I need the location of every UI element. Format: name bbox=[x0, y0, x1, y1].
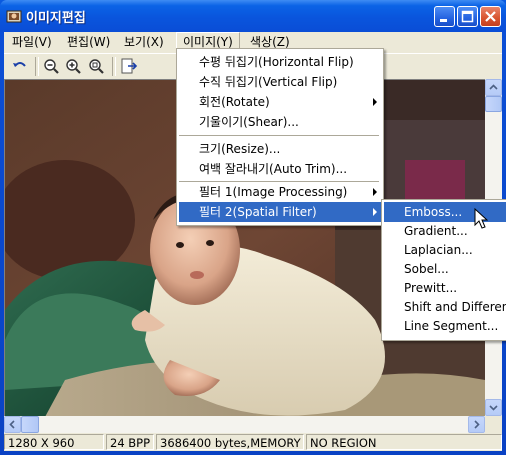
menu-item-vertical-flip[interactable]: 수직 뒤집기(Vertical Flip) bbox=[179, 72, 381, 92]
menu-view[interactable]: 보기(X) bbox=[118, 32, 170, 52]
menu-item-sobel[interactable]: Sobel... bbox=[384, 259, 506, 279]
app-icon bbox=[6, 10, 22, 23]
submenu-arrow-icon bbox=[373, 188, 377, 196]
window-title: 이미지편집 bbox=[26, 11, 86, 26]
menu-item-resize[interactable]: 크기(Resize)... bbox=[179, 139, 381, 159]
menu-item-line-segment[interactable]: Line Segment... bbox=[384, 316, 506, 336]
menu-item-auto-trim[interactable]: 여백 잘라내기(Auto Trim)... bbox=[179, 159, 381, 179]
status-bar: 1280 X 960 24 BPP 3686400 bytes,MEMORY N… bbox=[4, 433, 502, 451]
app-window: 이미지편집 파일(V) 편집(W) 보기(X) 이미지(Y) 색상(Z) 128… bbox=[0, 0, 506, 455]
menu-edit[interactable]: 편집(W) bbox=[61, 32, 116, 52]
scrollbar-corner bbox=[485, 416, 502, 433]
scroll-down-button[interactable] bbox=[485, 399, 502, 416]
minimize-icon bbox=[440, 19, 447, 22]
submenu-arrow-icon bbox=[373, 208, 377, 216]
menu-item-prewitt[interactable]: Prewitt... bbox=[384, 278, 506, 298]
menu-item-filter-1[interactable]: 필터 1(Image Processing) bbox=[179, 182, 381, 202]
menu-item-shear[interactable]: 기울이기(Shear)... bbox=[179, 112, 381, 132]
maximize-button[interactable] bbox=[457, 6, 478, 27]
menu-item-rotate[interactable]: 회전(Rotate) bbox=[179, 92, 381, 112]
horizontal-scrollbar[interactable] bbox=[4, 416, 485, 433]
scroll-left-button[interactable] bbox=[4, 416, 21, 433]
menu-item-shift-and-difference[interactable]: Shift and Difference... bbox=[384, 297, 506, 317]
horizontal-scroll-thumb[interactable] bbox=[21, 416, 39, 433]
status-dimensions: 1280 X 960 bbox=[4, 434, 104, 450]
toolbar-separator bbox=[35, 57, 39, 76]
maximize-icon bbox=[461, 10, 474, 23]
menu-item-filter-2-label: 필터 2(Spatial Filter) bbox=[199, 205, 317, 219]
zoom-fit-icon[interactable] bbox=[87, 57, 107, 76]
title-bar[interactable]: 이미지편집 bbox=[0, 0, 506, 32]
menu-separator bbox=[179, 135, 379, 136]
close-button[interactable] bbox=[480, 6, 501, 27]
menu-item-laplacian[interactable]: Laplacian... bbox=[384, 240, 506, 260]
scroll-up-icon bbox=[489, 84, 498, 90]
menu-item-horizontal-flip[interactable]: 수평 뒤집기(Horizontal Flip) bbox=[179, 52, 381, 72]
menu-item-rotate-label: 회전(Rotate) bbox=[199, 95, 270, 109]
toolbar-separator bbox=[112, 57, 116, 76]
export-icon[interactable] bbox=[119, 57, 139, 76]
undo-icon[interactable] bbox=[10, 57, 30, 76]
scroll-left-icon bbox=[9, 420, 15, 429]
menu-file[interactable]: 파일(V) bbox=[6, 32, 58, 52]
menu-item-filter-1-label: 필터 1(Image Processing) bbox=[199, 185, 348, 199]
image-menu: 수평 뒤집기(Horizontal Flip) 수직 뒤집기(Vertical … bbox=[176, 48, 384, 226]
menu-item-filter-2[interactable]: 필터 2(Spatial Filter) bbox=[179, 202, 381, 222]
scroll-down-icon bbox=[489, 405, 498, 411]
vertical-scroll-thumb[interactable] bbox=[485, 96, 502, 112]
status-region: NO REGION bbox=[306, 434, 502, 450]
scroll-right-icon bbox=[474, 420, 480, 429]
minimize-button[interactable] bbox=[434, 6, 455, 27]
status-memory: 3686400 bytes,MEMORY bbox=[156, 434, 304, 450]
close-icon bbox=[485, 11, 496, 22]
zoom-in-icon[interactable] bbox=[64, 57, 84, 76]
scroll-up-button[interactable] bbox=[485, 79, 502, 96]
submenu-arrow-icon bbox=[373, 98, 377, 106]
scroll-right-button[interactable] bbox=[468, 416, 485, 433]
zoom-out-icon[interactable] bbox=[42, 57, 62, 76]
mouse-cursor-icon bbox=[474, 208, 488, 229]
status-bpp: 24 BPP bbox=[106, 434, 154, 450]
